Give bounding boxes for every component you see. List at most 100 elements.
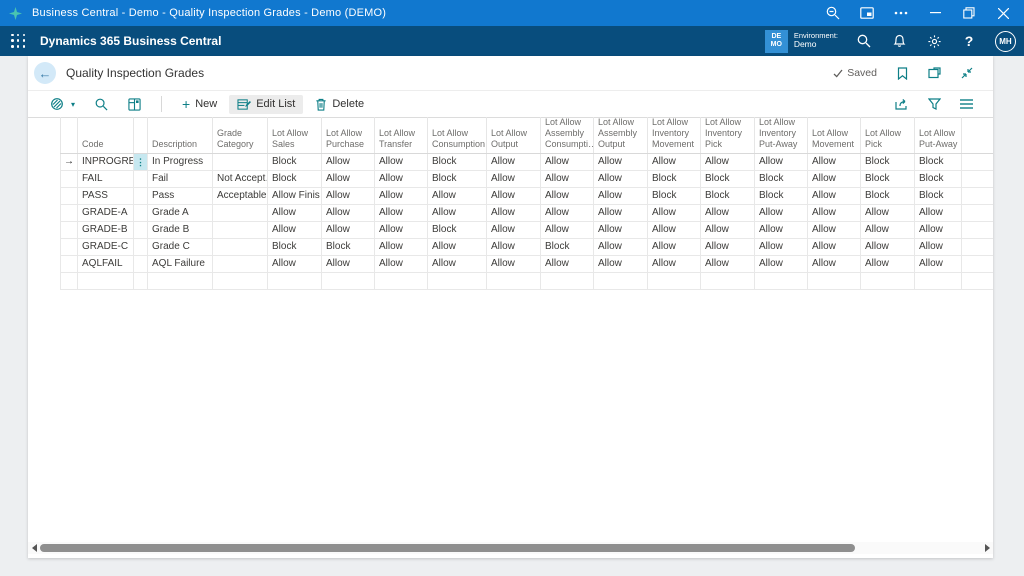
row-menu[interactable]	[134, 171, 148, 187]
cell[interactable]: Allow	[375, 222, 428, 238]
list-search-icon[interactable]	[87, 95, 116, 114]
cell[interactable]	[487, 273, 541, 289]
cell[interactable]	[755, 273, 808, 289]
column-header[interactable]: Lot Allow Inventory Put-Away	[755, 117, 808, 153]
cell[interactable]: Allow	[701, 256, 755, 272]
scroll-right-icon[interactable]	[981, 542, 993, 554]
cell[interactable]: Block	[861, 171, 915, 187]
cell[interactable]: Allow	[487, 239, 541, 255]
cell[interactable]: Allow	[915, 205, 962, 221]
cell[interactable]: Allow	[808, 188, 861, 204]
cell[interactable]: Block	[428, 171, 487, 187]
cell[interactable]: Allow	[487, 256, 541, 272]
cell[interactable]: In Progress	[148, 154, 213, 170]
minimize-icon[interactable]	[918, 0, 952, 26]
row-menu[interactable]: ⋮	[134, 154, 148, 170]
avatar[interactable]: MH	[995, 31, 1016, 52]
back-button[interactable]: ←	[34, 62, 56, 84]
cell[interactable]: Block	[915, 188, 962, 204]
cell[interactable]	[541, 273, 594, 289]
column-header[interactable]: Lot Allow Pick	[861, 117, 915, 153]
cell[interactable]: Allow	[808, 154, 861, 170]
cell[interactable]: FAIL	[78, 171, 134, 187]
cell[interactable]: Block	[648, 171, 701, 187]
column-header[interactable]: Lot Allow Inventory Pick	[701, 117, 755, 153]
column-header[interactable]: Description	[148, 117, 213, 153]
column-header[interactable]: Lot Allow Assembly Consumpti…	[541, 117, 594, 153]
cell[interactable]	[428, 273, 487, 289]
column-header[interactable]: Lot Allow Output	[487, 117, 541, 153]
cell[interactable]: Block	[755, 171, 808, 187]
cell[interactable]: Allow	[594, 256, 648, 272]
cell[interactable]	[701, 273, 755, 289]
cell[interactable]	[322, 273, 375, 289]
app-launcher-icon[interactable]	[11, 34, 26, 49]
cell[interactable]: Allow	[541, 205, 594, 221]
layout-options-icon[interactable]	[120, 95, 149, 114]
cell[interactable]: Block	[755, 188, 808, 204]
row-selector[interactable]	[60, 222, 78, 238]
cell[interactable]: Acceptable	[213, 188, 268, 204]
cell[interactable]: AQL Failure	[148, 256, 213, 272]
cell[interactable]: Allow	[808, 222, 861, 238]
cell[interactable]: Block	[861, 188, 915, 204]
help-icon[interactable]: ?	[960, 32, 978, 50]
horizontal-scrollbar[interactable]	[28, 542, 993, 554]
cell[interactable]	[915, 273, 962, 289]
app-title[interactable]: Dynamics 365 Business Central	[40, 34, 765, 48]
cell[interactable]: Block	[861, 154, 915, 170]
cell[interactable]	[268, 273, 322, 289]
cell[interactable]: Allow	[541, 154, 594, 170]
column-header[interactable]: Lot Allow Consumption	[428, 117, 487, 153]
column-header[interactable]: Code	[78, 117, 134, 153]
row-menu[interactable]	[134, 273, 148, 289]
cell[interactable]: Block	[268, 154, 322, 170]
cell[interactable]: Allow	[648, 256, 701, 272]
cell[interactable]: Allow	[541, 222, 594, 238]
row-selector[interactable]	[60, 188, 78, 204]
new-button[interactable]: +New	[174, 94, 225, 114]
cell[interactable]: Allow	[322, 171, 375, 187]
cell[interactable]: PASS	[78, 188, 134, 204]
cell[interactable]	[213, 239, 268, 255]
cell[interactable]: Allow	[375, 205, 428, 221]
delete-button[interactable]: Delete	[307, 95, 372, 114]
cell[interactable]: Allow	[915, 222, 962, 238]
cell[interactable]: Block	[701, 188, 755, 204]
scrollbar-track[interactable]	[40, 542, 981, 554]
close-icon[interactable]	[986, 0, 1020, 26]
cell[interactable]	[213, 154, 268, 170]
cell[interactable]: Allow	[487, 205, 541, 221]
cell[interactable]: Allow	[808, 256, 861, 272]
cell[interactable]: Block	[268, 239, 322, 255]
cell[interactable]: Allow	[594, 239, 648, 255]
cell[interactable]: Allow	[375, 256, 428, 272]
cell[interactable]: Allow	[594, 205, 648, 221]
cell[interactable]: Allow	[701, 205, 755, 221]
cell[interactable]: Block	[701, 171, 755, 187]
row-selector[interactable]	[60, 273, 78, 289]
cell[interactable]: Allow	[701, 154, 755, 170]
column-header[interactable]: Lot Allow Purchase	[322, 117, 375, 153]
cell[interactable]: Allow	[322, 188, 375, 204]
column-header[interactable]: Lot Allow Sales	[268, 117, 322, 153]
cell[interactable]: Allow	[808, 239, 861, 255]
cell[interactable]: Allow	[541, 256, 594, 272]
cell[interactable]	[213, 256, 268, 272]
filter-icon[interactable]	[928, 98, 941, 110]
cell[interactable]: Allow	[648, 205, 701, 221]
environment-picker[interactable]: DEMO Environment: Demo	[765, 30, 838, 53]
cell[interactable]: AQLFAIL	[78, 256, 134, 272]
edit-list-button[interactable]: Edit List	[229, 95, 303, 114]
cell[interactable]	[594, 273, 648, 289]
cell[interactable]: Allow	[541, 171, 594, 187]
cell[interactable]: Allow	[268, 205, 322, 221]
column-header[interactable]: Lot Allow Movement	[808, 117, 861, 153]
row-options-icon[interactable]: ⋮	[134, 154, 147, 170]
cell[interactable]: Allow	[375, 239, 428, 255]
cell[interactable]: Allow	[594, 154, 648, 170]
cell[interactable]: Allow	[541, 188, 594, 204]
cell[interactable]: Allow	[915, 256, 962, 272]
column-header[interactable]: Lot Allow Put-Away	[915, 117, 962, 153]
cell[interactable]: Allow	[648, 154, 701, 170]
